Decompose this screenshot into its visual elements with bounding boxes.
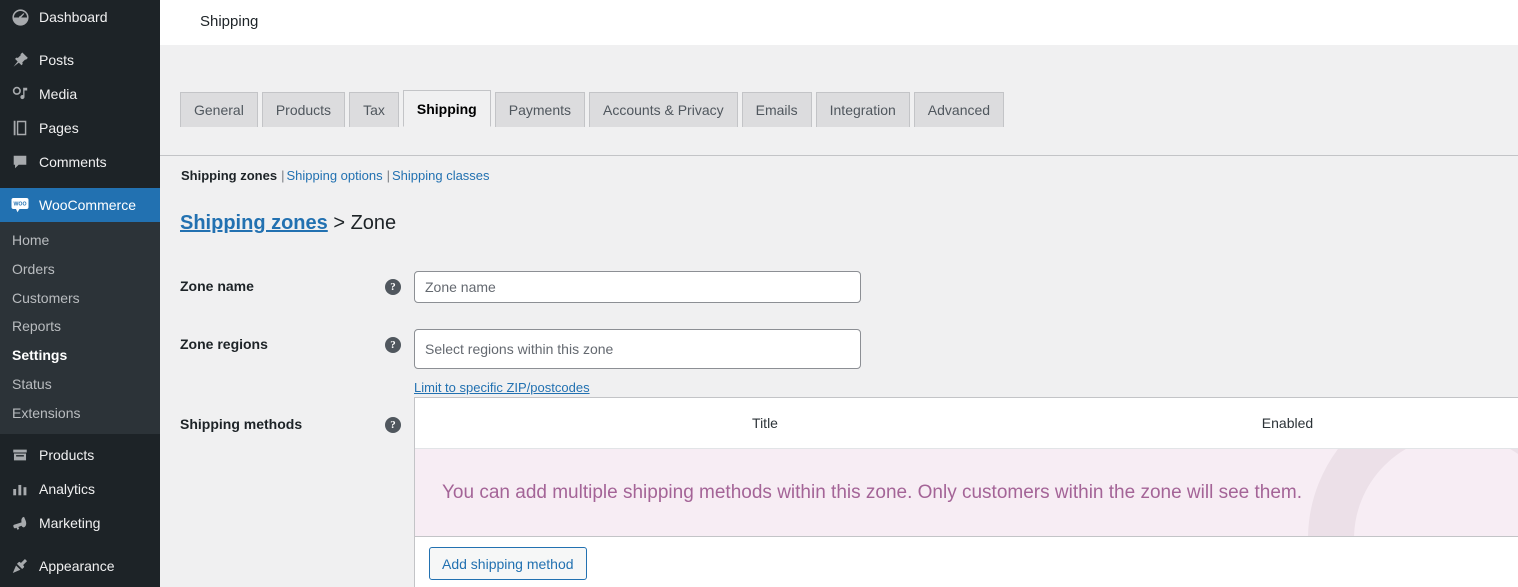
admin-screen: Dashboard Posts Media Pages Comments WOO… bbox=[0, 0, 1518, 587]
zone-name-field-cell bbox=[414, 257, 1518, 315]
tab-accounts-privacy[interactable]: Accounts & Privacy bbox=[589, 92, 738, 127]
submenu-item-orders[interactable]: Orders bbox=[0, 255, 160, 284]
shipping-methods-row: Shipping methods ? Title Enabled You can… bbox=[160, 397, 1518, 587]
add-shipping-method-button[interactable]: Add shipping method bbox=[429, 547, 587, 581]
submenu-item-customers[interactable]: Customers bbox=[0, 284, 160, 313]
tab-emails[interactable]: Emails bbox=[741, 92, 812, 127]
zone-name-row: Zone name ? bbox=[160, 257, 1518, 315]
sidebar-item-label: Posts bbox=[39, 52, 75, 68]
marketing-icon bbox=[10, 513, 30, 533]
shipping-methods-table-header: Title Enabled bbox=[415, 398, 1518, 450]
breadcrumb-link-shipping-zones[interactable]: Shipping zones bbox=[180, 212, 328, 234]
column-header-title: Title bbox=[752, 415, 778, 432]
shipping-methods-label: Shipping methods bbox=[180, 416, 303, 433]
submenu-item-settings[interactable]: Settings bbox=[0, 341, 160, 370]
zone-name-label: Zone name bbox=[180, 278, 254, 295]
pages-icon bbox=[10, 118, 30, 138]
tab-general[interactable]: General bbox=[180, 92, 258, 127]
subnav-shipping-options[interactable]: Shipping options bbox=[286, 168, 382, 183]
settings-tabs: General Products Tax Shipping Payments A… bbox=[160, 45, 1518, 156]
sidebar-item-label: Analytics bbox=[39, 480, 96, 497]
subnav-shipping-classes[interactable]: Shipping classes bbox=[392, 168, 490, 183]
sidebar-item-label: WooCommerce bbox=[39, 197, 136, 213]
woocommerce-submenu: Home Orders Customers Reports Settings S… bbox=[0, 222, 160, 434]
svg-text:WOO: WOO bbox=[14, 202, 27, 208]
main-content: Shipping General Products Tax Shipping P… bbox=[160, 0, 1518, 587]
sidebar-divider bbox=[0, 34, 160, 43]
sidebar-item-appearance[interactable]: Appearance bbox=[0, 549, 160, 583]
breadcrumb-separator: > bbox=[333, 212, 346, 235]
media-icon bbox=[10, 84, 30, 104]
sidebar-item-label: Comments bbox=[39, 154, 107, 170]
sidebar-item-products[interactable]: Products bbox=[0, 438, 160, 472]
shipping-methods-field-cell: Title Enabled You can add multiple shipp… bbox=[414, 397, 1518, 587]
help-icon[interactable]: ? bbox=[384, 417, 401, 434]
submenu-item-home[interactable]: Home bbox=[0, 226, 160, 255]
sidebar-item-label: Dashboard bbox=[39, 9, 108, 25]
zone-name-help-cell: ? bbox=[384, 257, 414, 315]
breadcrumb: Shipping zones > Zone bbox=[160, 210, 1518, 236]
shipping-methods-footer: Add shipping method bbox=[415, 537, 1518, 587]
zone-regions-select[interactable]: Select regions within this zone bbox=[414, 329, 861, 370]
pin-icon bbox=[10, 50, 30, 70]
appearance-icon bbox=[10, 556, 30, 576]
sidebar-divider bbox=[0, 179, 160, 188]
decorative-arc bbox=[1308, 449, 1518, 537]
shipping-subnav: Shipping zones | Shipping options | Shipping… bbox=[160, 167, 1518, 185]
sidebar-item-pages[interactable]: Pages bbox=[0, 111, 160, 145]
submenu-item-extensions[interactable]: Extensions bbox=[0, 399, 160, 428]
zone-regions-help-cell: ? bbox=[384, 315, 414, 397]
shipping-methods-empty-state: You can add multiple shipping methods wi… bbox=[415, 449, 1518, 538]
sidebar-item-marketing[interactable]: Marketing bbox=[0, 506, 160, 540]
sidebar-item-woocommerce[interactable]: WOO WooCommerce bbox=[0, 188, 160, 222]
sidebar-item-media[interactable]: Media bbox=[0, 77, 160, 111]
sidebar-item-label: Marketing bbox=[39, 514, 101, 531]
sidebar-item-label: Products bbox=[39, 446, 95, 463]
help-icon[interactable]: ? bbox=[384, 337, 401, 354]
tab-payments[interactable]: Payments bbox=[494, 92, 585, 127]
shipping-methods-help-cell: ? bbox=[384, 397, 414, 587]
subnav-shipping-zones[interactable]: Shipping zones bbox=[181, 168, 277, 183]
settings-body: General Products Tax Shipping Payments A… bbox=[160, 45, 1518, 587]
sidebar-divider bbox=[0, 540, 160, 549]
limit-zip-postcodes-link[interactable]: Limit to specific ZIP/postcodes bbox=[414, 380, 590, 395]
comments-icon bbox=[10, 152, 30, 172]
column-header-enabled: Enabled bbox=[1261, 415, 1314, 432]
sidebar-item-posts[interactable]: Posts bbox=[0, 43, 160, 77]
zone-name-input[interactable] bbox=[414, 271, 861, 304]
zone-form-table: Zone name ? Zone regions ? bbox=[160, 257, 1518, 587]
zone-regions-label: Zone regions bbox=[180, 336, 268, 353]
sidebar-item-comments[interactable]: Comments bbox=[0, 145, 160, 179]
shipping-methods-table: Title Enabled You can add multiple shipp… bbox=[414, 397, 1518, 587]
sidebar-item-dashboard[interactable]: Dashboard bbox=[0, 0, 160, 34]
zone-regions-field-cell: Select regions within this zone Limit to… bbox=[414, 315, 1518, 397]
tab-shipping[interactable]: Shipping bbox=[402, 90, 491, 127]
breadcrumb-current: Zone bbox=[350, 212, 397, 235]
page-title: Shipping bbox=[200, 13, 259, 30]
admin-bar: Shipping bbox=[160, 0, 1518, 45]
woocommerce-icon: WOO bbox=[10, 195, 30, 215]
subnav-separator: | bbox=[281, 168, 285, 183]
zone-regions-row: Zone regions ? Select regions within thi… bbox=[160, 315, 1518, 397]
sidebar-item-label: Appearance bbox=[39, 557, 115, 574]
tab-integration[interactable]: Integration bbox=[815, 92, 910, 127]
admin-sidebar: Dashboard Posts Media Pages Comments WOO… bbox=[0, 0, 160, 587]
sidebar-item-analytics[interactable]: Analytics bbox=[0, 472, 160, 506]
sidebar-item-label: Media bbox=[39, 86, 78, 102]
submenu-item-status[interactable]: Status bbox=[0, 370, 160, 399]
products-icon bbox=[10, 445, 30, 465]
tab-products[interactable]: Products bbox=[261, 92, 346, 127]
submenu-item-reports[interactable]: Reports bbox=[0, 312, 160, 341]
dashboard-icon bbox=[10, 7, 30, 27]
empty-state-message: You can add multiple shipping methods wi… bbox=[442, 481, 1303, 503]
subnav-separator: | bbox=[386, 168, 390, 183]
tab-tax[interactable]: Tax bbox=[349, 92, 399, 127]
analytics-icon bbox=[10, 479, 30, 499]
tab-advanced[interactable]: Advanced bbox=[913, 92, 1005, 127]
sidebar-item-label: Pages bbox=[39, 120, 79, 136]
help-icon[interactable]: ? bbox=[384, 279, 401, 296]
